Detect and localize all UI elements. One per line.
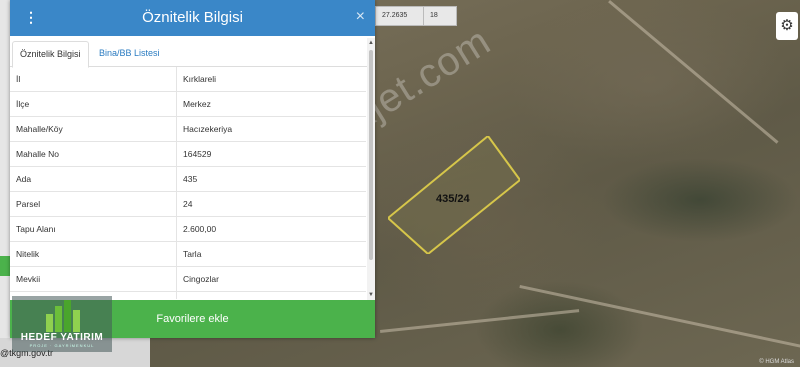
attribute-value: Hacızekeriya [176,116,366,142]
tab-building-list[interactable]: Bina/BB Listesi [92,41,167,66]
attribute-value [176,291,366,299]
attribute-key: Mahalle/Köy [10,116,177,142]
scroll-down-icon[interactable]: ▼ [368,292,374,298]
attribute-key: Nitelik [10,241,177,267]
table-row: Mahalle No 164529 [10,141,366,167]
attribute-key: Ada [10,166,177,192]
scroll-up-icon[interactable]: ▲ [368,40,374,46]
attribute-key: Mevkii [10,266,177,292]
parcel-label: 435/24 [436,193,471,205]
map-road [519,285,800,351]
gear-icon: ⚙ [780,17,794,34]
table-row: Nitelik Tarla [10,241,366,267]
panel-header: ⋮ Öznitelik Bilgisi × [10,0,375,36]
table-row: Tapu Alanı 2.600,00 [10,216,366,242]
attribute-value: Kırklareli [176,67,366,92]
scroll-thumb[interactable] [369,50,373,260]
coordinate-readout: 27.2635 [375,6,427,26]
table-row: Mahalle/Köy Hacızekeriya [10,116,366,142]
attribute-key: İlçe [10,91,177,117]
table-row: Parsel 24 [10,191,366,217]
table-row: Ada 435 [10,166,366,192]
tab-attributes[interactable]: Öznitelik Bilgisi [12,41,89,68]
table-row: Mevkii Cingozlar [10,266,366,292]
attribute-key: İl [10,67,177,92]
attribute-value: Tarla [176,241,366,267]
panel-scrollbar[interactable]: ▲ ▼ [367,38,375,300]
attribute-value: Merkez [176,91,366,117]
attribute-key: Parsel [10,191,177,217]
attribute-panel: ⋮ Öznitelik Bilgisi × Öznitelik Bilgisi … [10,0,375,338]
panel-tabs: Öznitelik Bilgisi Bina/BB Listesi [10,36,375,68]
table-row: İl Kırklareli [10,67,366,92]
building-icon [46,300,80,332]
logo-tagline: PROJE · GAYRİMENKUL [29,343,95,348]
zoom-readout: 18 [423,6,457,26]
attribute-key: Mahalle No [10,141,177,167]
attribute-table: İl Kırklareli İlçe Merkez Mahalle/Köy Hacız… [10,67,366,299]
parcel-outline[interactable]: 435/24 [388,136,520,254]
logo-name: HEDEF YATIRIM [20,332,104,343]
attribute-key: Tapu Alanı [10,216,177,242]
sidebar-strip [0,0,10,367]
close-icon[interactable]: × [356,8,365,26]
map-road [608,0,779,144]
attribute-value: 435 [176,166,366,192]
map-attribution: © HGM Atlas [759,359,794,365]
side-tab[interactable] [0,256,10,276]
company-logo: HEDEF YATIRIM PROJE · GAYRİMENKUL [12,296,112,352]
attribute-value: Cingozlar [176,266,366,292]
panel-title: Öznitelik Bilgisi [142,9,243,26]
settings-button[interactable]: ⚙ [776,12,798,40]
attribute-value: 2.600,00 [176,216,366,242]
map-road [380,309,580,333]
table-row: İlçe Merkez [10,91,366,117]
attribute-value: 164529 [176,141,366,167]
attribute-value: 24 [176,191,366,217]
